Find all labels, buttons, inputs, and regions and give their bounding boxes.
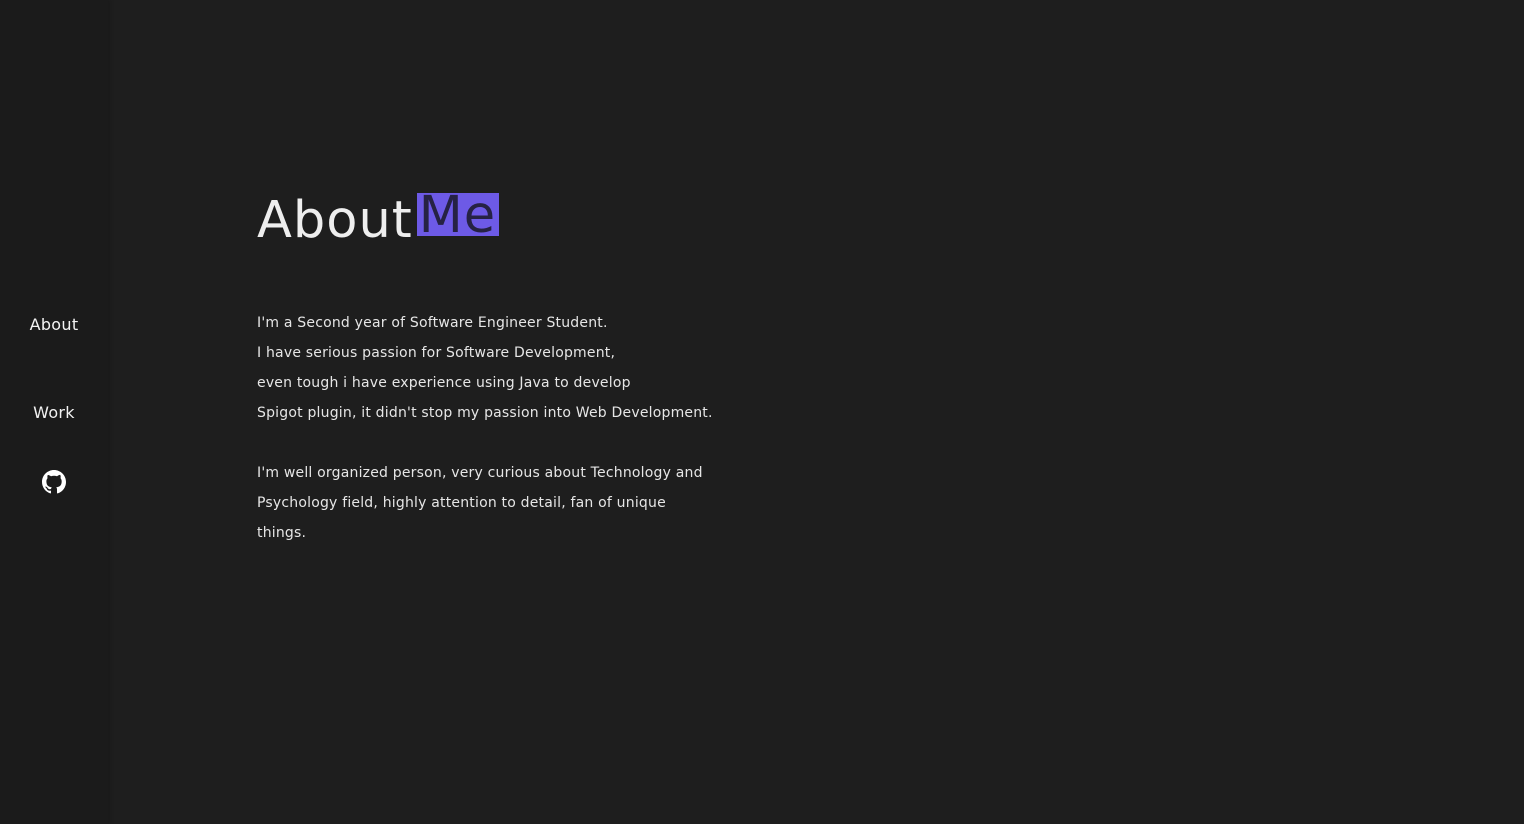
bio-line: I'm well organized person, very curious … <box>257 465 703 481</box>
title-text: About <box>257 191 413 250</box>
github-icon <box>42 470 66 494</box>
title-highlight: Me <box>416 193 500 236</box>
bio-line: Psychology field, highly attention to de… <box>257 495 666 511</box>
bio-line: I have serious passion for Software Deve… <box>257 345 616 361</box>
github-link[interactable] <box>42 470 66 494</box>
bio-line: I'm a Second year of Software Engineer S… <box>257 315 608 331</box>
bio-line: Spigot plugin, it didn't stop my passion… <box>257 405 713 421</box>
bio-line: even tough i have experience using Java … <box>257 375 631 391</box>
nav-about-link[interactable]: About <box>0 315 108 335</box>
page-title: About Me <box>257 191 500 250</box>
sidebar: About Work <box>0 0 108 824</box>
bio: I'm a Second year of Software Engineer S… <box>257 308 777 548</box>
bio-line: things. <box>257 525 307 541</box>
nav-work-link[interactable]: Work <box>0 403 108 423</box>
page: About Work About Me I'm a Second year of … <box>0 0 1524 824</box>
